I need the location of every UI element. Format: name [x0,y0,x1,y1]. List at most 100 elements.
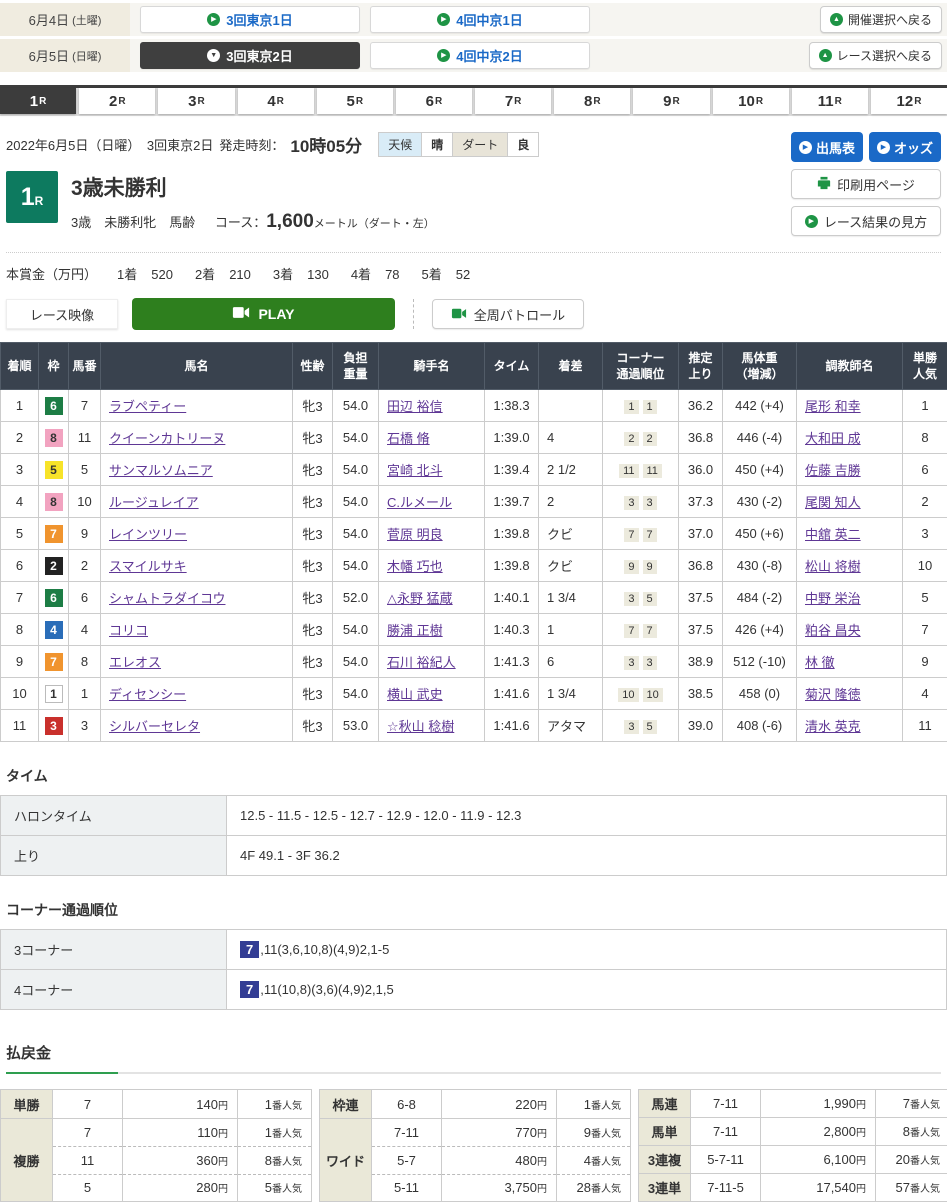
trainer-link[interactable]: 林 徹 [805,655,835,670]
horse-link[interactable]: クイーンカトリーヌ [109,431,225,446]
race-tab-5r[interactable]: 5R [317,88,393,114]
course-distance: 1,600 [266,211,314,232]
payout-combination: 5-7-11 [691,1146,761,1174]
race-tab-2r[interactable]: 2R [79,88,155,114]
horse-body-weight: 430 (-8) [723,550,797,582]
horse-link[interactable]: コリコ [109,623,148,638]
horse-number: 1 [69,678,101,710]
race-tab-7r[interactable]: 7R [475,88,551,114]
trainer-link[interactable]: 尾関 知人 [805,495,861,510]
jockey-link[interactable]: 横山 武史 [387,687,443,702]
horse-link[interactable]: エレオス [109,655,161,670]
trainer-link[interactable]: 松山 将樹 [805,559,861,574]
jockey-link[interactable]: 勝浦 正樹 [387,623,443,638]
arrow-right-icon: ▶ [207,13,220,26]
race-tab-6r[interactable]: 6R [396,88,472,114]
estimated-last-3f: 36.8 [679,422,723,454]
play-button[interactable]: PLAY [132,298,395,330]
horse-link[interactable]: シャムトラダイコウ [109,591,225,606]
arrow-right-icon: ▶ [805,215,818,228]
horse-number: 3 [69,710,101,742]
horse-body-weight: 446 (-4) [723,422,797,454]
entries-button[interactable]: ▶ 出馬表 [791,132,863,162]
race-tab-10r[interactable]: 10R [713,88,789,114]
horse-link[interactable]: サンマルソムニア [109,463,213,478]
horse-link[interactable]: ディセンシー [109,687,186,702]
trainer-link[interactable]: 清水 英克 [805,719,861,734]
payout-amount: 220円 [442,1090,557,1119]
horse-link[interactable]: ルージュレイア [109,495,199,510]
payout-popularity: 4番人気 [557,1146,631,1174]
finish-position: 7 [1,582,39,614]
win-popularity: 6 [903,454,947,486]
jockey-link[interactable]: △永野 猛蔵 [387,591,453,606]
meeting-link-tokyo-day1[interactable]: ▶ 3回東京1日 [140,6,360,33]
jockey-link[interactable]: 石川 裕紀人 [387,655,456,670]
back-to-meeting-select-button[interactable]: ▲ 開催選択へ戻る [820,6,942,33]
race-tab-12r[interactable]: 12R [871,88,947,114]
horse-link[interactable]: ラブペティー [109,399,186,414]
trainer-link[interactable]: 菊沢 隆徳 [805,687,861,702]
payout-combination: 6-8 [372,1090,442,1119]
corner-positions: 33 [603,646,679,678]
win-popularity: 7 [903,614,947,646]
race-conditions: 3歳 未勝利牝 馬齢 コース：1,600メートル（ダート・左） [71,211,435,233]
race-tab-9r[interactable]: 9R [633,88,709,114]
payout-amount: 280円 [123,1174,238,1202]
jockey-link[interactable]: C.ルメール [387,495,452,510]
meeting-link-chukyo-day2[interactable]: ▶ 4回中京2日 [370,42,590,69]
horse-body-weight: 426 (+4) [723,614,797,646]
win-popularity: 4 [903,678,947,710]
race-tab-4r[interactable]: 4R [238,88,314,114]
payout-combination: 7-11 [691,1090,761,1118]
patrol-video-button[interactable]: 全周パトロール [432,299,584,329]
carried-weight: 53.0 [333,710,379,742]
carried-weight: 54.0 [333,486,379,518]
prize-money: 本賞金（万円） 1着5202着2103着1304着785着52 [6,252,941,283]
margin: 2 1/2 [539,454,603,486]
trainer-link[interactable]: 佐藤 吉勝 [805,463,861,478]
trainer-link[interactable]: 尾形 和幸 [805,399,861,414]
payout-amount: 770円 [442,1119,557,1147]
meeting-link-tokyo-day2-active[interactable]: ▼ 3回東京2日 [140,42,360,69]
horse-link[interactable]: シルバーセレタ [109,719,200,734]
payout-popularity: 8番人気 [238,1146,312,1174]
margin: 2 [539,486,603,518]
corner4-value: 7,11(10,8)(3,6)(4,9)2,1,5 [227,970,947,1010]
finish-position: 11 [1,710,39,742]
jockey-link[interactable]: 田辺 裕信 [387,399,443,414]
print-page-button[interactable]: 印刷用ページ [791,169,941,199]
horse-name-cell: レインツリー [101,518,293,550]
column-header: 馬名 [101,343,293,390]
margin: 1 3/4 [539,582,603,614]
carried-weight: 54.0 [333,678,379,710]
horse-link[interactable]: レインツリー [109,527,187,542]
date-row-saturday: 6月4日 (土曜) ▶ 3回東京1日 ▶ 4回中京1日 ▲ 開催選択へ戻る [0,3,947,36]
back-to-race-select-button[interactable]: ▲ レース選択へ戻る [809,42,942,69]
estimated-last-3f: 36.0 [679,454,723,486]
race-tab-8r[interactable]: 8R [554,88,630,114]
meeting-link-chukyo-day1[interactable]: ▶ 4回中京1日 [370,6,590,33]
trainer-link[interactable]: 中舘 英二 [805,527,861,542]
trainer-link[interactable]: 大和田 成 [805,431,861,446]
horse-link[interactable]: スマイルサキ [109,559,187,574]
prize-list: 1着5202着2103着1304着785着52 [117,264,470,283]
results-guide-button[interactable]: ▶ レース結果の見方 [791,206,941,236]
corner3-value: 7,11(3,6,10,8)(4,9)2,1-5 [227,930,947,970]
jockey-link[interactable]: 菅原 明良 [387,527,443,542]
race-tab-11r[interactable]: 11R [792,88,868,114]
jockey-link[interactable]: 宮崎 北斗 [387,463,443,478]
trainer-link[interactable]: 中野 栄治 [805,591,861,606]
race-tab-3r[interactable]: 3R [158,88,234,114]
win-popularity: 10 [903,550,947,582]
odds-button[interactable]: ▶ オッズ [869,132,941,162]
frame-number: 6 [39,390,69,422]
jockey-link[interactable]: ☆秋山 稔樹 [387,719,454,734]
bet-type-label: 3連単 [639,1174,691,1202]
corner3-label: 3コーナー [1,930,227,970]
jockey-link[interactable]: 石橋 脩 [387,431,430,446]
race-tab-1r[interactable]: 1R [0,88,76,114]
trainer-link[interactable]: 粕谷 昌央 [805,623,861,638]
payout-amount: 3,750円 [442,1174,557,1202]
jockey-link[interactable]: 木幡 巧也 [387,559,443,574]
